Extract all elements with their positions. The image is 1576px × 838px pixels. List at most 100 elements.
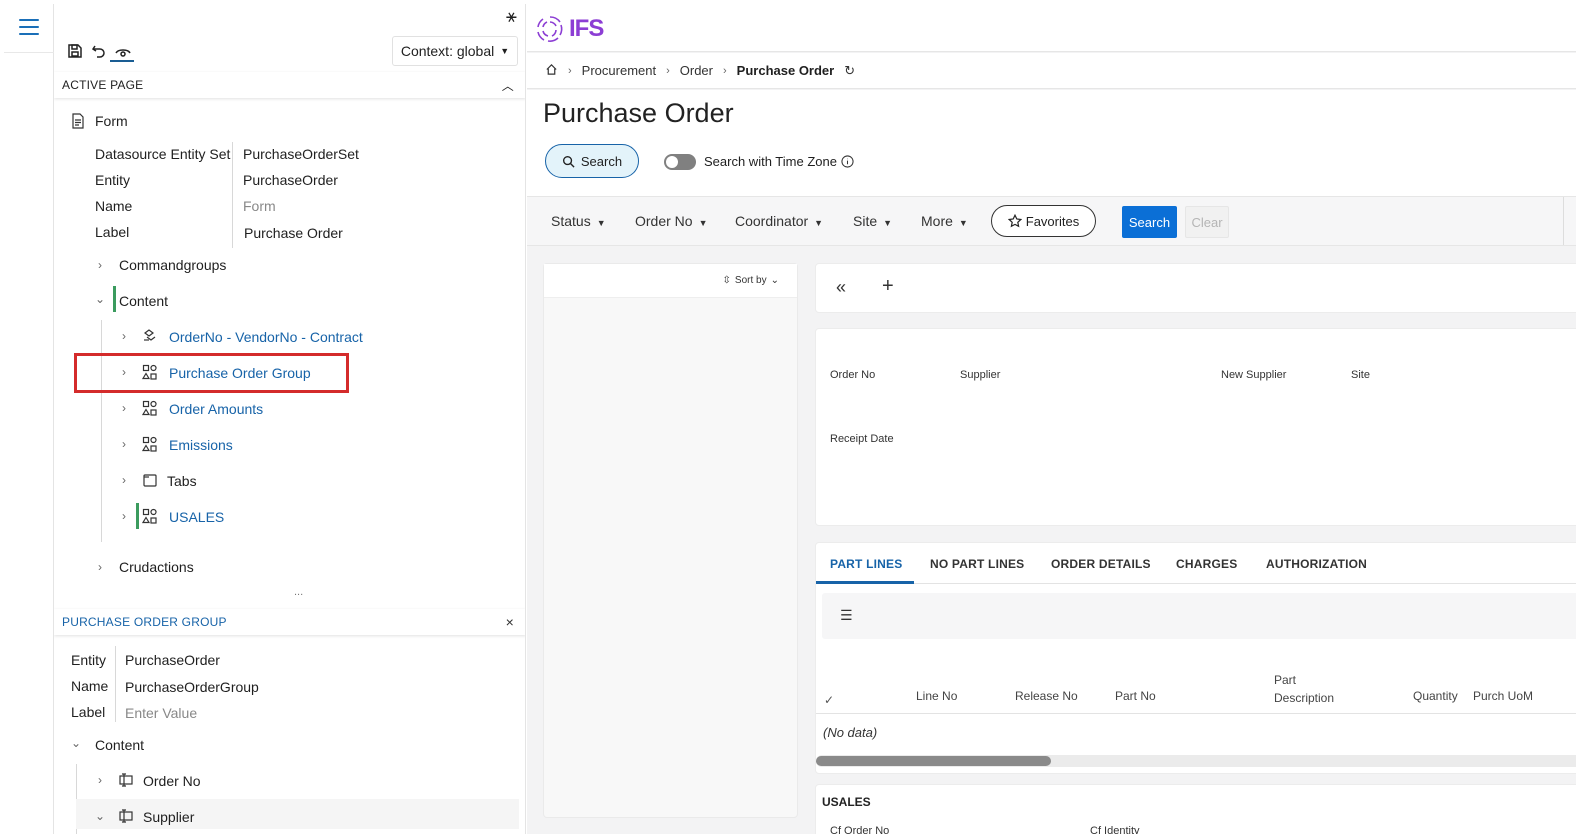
add-icon[interactable]: + xyxy=(882,275,894,298)
chevron-right-icon[interactable]: › xyxy=(118,329,130,343)
caret-down-icon: ▼ xyxy=(958,218,968,228)
sort-by-dropdown[interactable]: ⇳ Sort by ⌄ xyxy=(723,275,779,286)
crudactions-node[interactable]: Crudactions xyxy=(119,559,194,575)
close-icon[interactable]: × xyxy=(506,614,514,630)
content-item[interactable]: Purchase Order Group xyxy=(169,365,311,381)
timezone-label: Search with Time Zone xyxy=(704,154,837,169)
filter-order-no-dropdown[interactable]: Order No ▼ xyxy=(635,213,708,229)
filter-label: Coordinator xyxy=(735,213,809,229)
prop-value[interactable]: Form xyxy=(243,198,276,214)
usales-card: USALES Cf Order No Cf Identity xyxy=(815,784,1576,834)
timezone-label-wrap: Search with Time Zone xyxy=(704,154,854,169)
info-icon[interactable] xyxy=(841,155,854,168)
prop-key: Datasource Entity Set xyxy=(95,146,231,162)
column-header[interactable]: Part No xyxy=(1115,689,1156,703)
chevron-right-icon[interactable]: › xyxy=(94,773,106,787)
column-header[interactable]: Part Description xyxy=(1274,671,1354,707)
group-content-node[interactable]: Content xyxy=(95,737,144,753)
content-node[interactable]: Content xyxy=(119,293,168,309)
chevron-down-icon[interactable]: ⌄ xyxy=(94,292,106,306)
record-list-panel: ⇳ Sort by ⌄ xyxy=(543,263,798,818)
column-header[interactable]: Quantity xyxy=(1413,689,1458,703)
content-item[interactable]: Order Amounts xyxy=(169,401,263,417)
tab-part-lines[interactable]: PART LINES xyxy=(830,557,902,571)
preview-eye-icon[interactable] xyxy=(114,42,132,60)
column-header[interactable]: Release No xyxy=(1015,689,1078,703)
prop-value[interactable]: PurchaseOrder xyxy=(243,172,338,188)
filter-more-dropdown[interactable]: More ▼ xyxy=(921,213,968,229)
home-icon[interactable] xyxy=(545,63,558,79)
save-icon[interactable] xyxy=(66,42,84,60)
sort-icon: ⇳ xyxy=(722,275,731,286)
usales-field-label: Cf Order No xyxy=(830,825,890,834)
breadcrumb-item[interactable]: Procurement xyxy=(582,63,656,78)
filter-bar: Status ▼ Order No ▼ Coordinator ▼ Site ▼ Mor… xyxy=(527,196,1576,246)
group-item[interactable]: Supplier xyxy=(143,809,194,825)
favorites-button[interactable]: Favorites xyxy=(991,205,1096,237)
chevron-right-icon[interactable]: › xyxy=(118,509,130,523)
field-label: New Supplier xyxy=(1221,369,1287,381)
breadcrumb: › Procurement › Order › Purchase Order ↻ xyxy=(527,53,1576,89)
chevron-down-icon[interactable]: ⌄ xyxy=(94,809,106,823)
horizontal-scrollbar-thumb[interactable] xyxy=(816,756,1051,766)
horizontal-scrollbar-track[interactable] xyxy=(816,755,1576,767)
chevron-right-icon[interactable]: › xyxy=(118,473,130,487)
column-header[interactable]: Line No xyxy=(916,689,957,703)
tab-no-part-lines[interactable]: NO PART LINES xyxy=(930,557,1024,571)
pin-icon[interactable]: ⚹ xyxy=(506,6,517,27)
menu-icon[interactable] xyxy=(14,12,44,42)
chevron-right-icon[interactable]: › xyxy=(118,437,130,451)
filter-site-dropdown[interactable]: Site ▼ xyxy=(853,213,892,229)
caret-down-icon: ▼ xyxy=(814,218,824,228)
chevron-right-icon[interactable]: › xyxy=(118,365,130,379)
props-divider xyxy=(232,142,233,248)
filter-coordinator-dropdown[interactable]: Coordinator ▼ xyxy=(735,213,823,229)
prop-value[interactable]: PurchaseOrder xyxy=(125,652,220,668)
filter-status-dropdown[interactable]: Status ▼ xyxy=(551,213,606,229)
prop-value[interactable]: PurchaseOrderGroup xyxy=(125,679,259,695)
collapse-list-icon[interactable]: « xyxy=(836,277,846,298)
column-header[interactable]: Purch UoM xyxy=(1473,689,1533,703)
chevron-right-icon[interactable]: › xyxy=(94,560,106,574)
commandgroups-node[interactable]: Commandgroups xyxy=(119,257,226,273)
content-item[interactable]: OrderNo - VendorNo - Contract xyxy=(169,329,363,345)
undo-icon[interactable] xyxy=(90,41,108,59)
no-data-label: (No data) xyxy=(823,725,878,740)
collapse-chevron-up-icon[interactable]: ︿ xyxy=(502,77,514,94)
document-icon xyxy=(70,113,86,129)
chevron-down-icon[interactable]: ⌄ xyxy=(70,736,82,750)
refresh-icon[interactable]: ↻ xyxy=(844,63,855,79)
grid-toolbar: ☰ xyxy=(822,593,1576,639)
select-all-check-icon[interactable]: ✓ xyxy=(824,693,834,707)
prop-key: Label xyxy=(71,704,106,720)
chevron-right-icon[interactable]: › xyxy=(118,401,130,415)
tab-authorization[interactable]: AUTHORIZATION xyxy=(1266,557,1367,571)
chevron-right-icon[interactable]: › xyxy=(94,258,106,272)
prop-value[interactable]: PurchaseOrderSet xyxy=(243,146,359,162)
purchase-order-group-card: Order No Supplier New Supplier Site Rece… xyxy=(815,328,1576,526)
tab-charges[interactable]: CHARGES xyxy=(1176,557,1237,571)
props-divider xyxy=(115,646,116,722)
timezone-toggle[interactable] xyxy=(664,154,696,170)
filter-lines-icon[interactable]: ☰ xyxy=(840,607,853,624)
usales-title: USALES xyxy=(822,795,871,809)
content-item[interactable]: USALES xyxy=(169,509,224,525)
filter-label: More xyxy=(921,213,953,229)
tab-order-details[interactable]: ORDER DETAILS xyxy=(1051,557,1151,571)
chevron-down-icon: ⌄ xyxy=(770,275,779,286)
content-item[interactable]: Emissions xyxy=(169,437,233,453)
search-button[interactable]: Search xyxy=(1122,206,1177,238)
group-item[interactable]: Order No xyxy=(143,773,201,789)
search-panel-button[interactable]: Search xyxy=(545,144,639,178)
form-node-label[interactable]: Form xyxy=(95,113,128,129)
content-item[interactable]: Tabs xyxy=(167,473,197,489)
search-icon xyxy=(562,155,575,168)
prop-value[interactable]: Purchase Order xyxy=(244,225,343,241)
breadcrumb-item[interactable]: Order xyxy=(680,63,713,78)
resize-handle[interactable]: ... xyxy=(294,586,303,598)
active-page-section-header[interactable]: ACTIVE PAGE ︿ xyxy=(54,72,525,98)
ifs-logo[interactable]: IFS xyxy=(535,14,604,44)
clear-button[interactable]: Clear xyxy=(1185,206,1229,238)
context-dropdown[interactable]: Context: global ▼ xyxy=(392,36,518,66)
label-input-placeholder[interactable]: Enter Value xyxy=(125,705,197,721)
